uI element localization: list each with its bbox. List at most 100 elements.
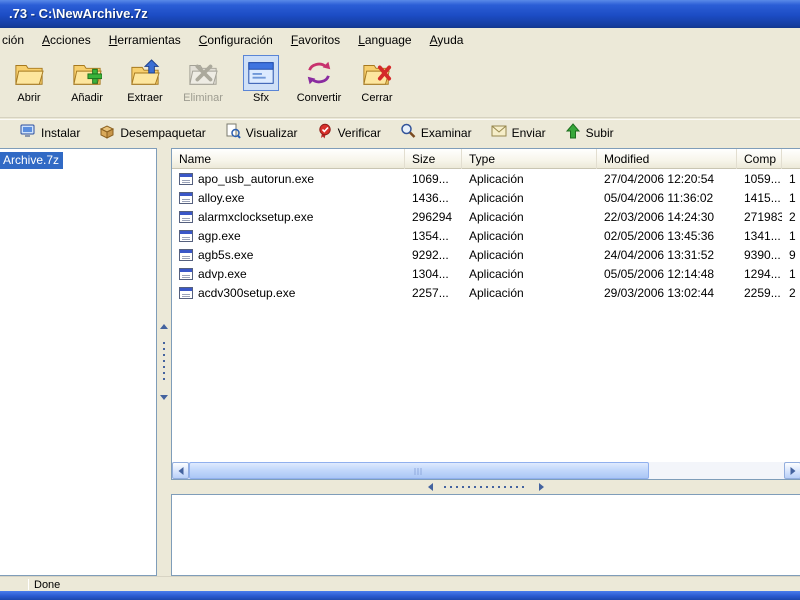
file-size: 1304... [412, 266, 449, 281]
table-row[interactable]: alloy.exe 1436... Aplicación 05/04/2006 … [172, 188, 800, 207]
convert-button-label: Convertir [296, 92, 342, 104]
secondary-toolbar: Instalar Desempaquetar Visualizar Verifi… [0, 119, 800, 145]
file-name: agb5s.exe [198, 247, 254, 262]
file-name: apo_usb_autorun.exe [198, 171, 315, 186]
status-text: Done [34, 579, 61, 591]
examine-magnifier-icon [400, 123, 416, 142]
horizontal-splitter[interactable] [171, 480, 800, 494]
menu-item-partial[interactable]: ción [0, 29, 33, 51]
list-header: Name Size Type Modified Comp [172, 149, 800, 169]
file-size: 1069... [412, 171, 449, 186]
add-button[interactable]: Añadir [58, 52, 116, 104]
verify-button[interactable]: Verificar [312, 121, 386, 144]
send-button-label: Enviar [511, 125, 546, 140]
collapse-left-icon [160, 324, 168, 329]
menu-item-acciones[interactable]: Acciones [33, 29, 100, 51]
column-header-size[interactable]: Size [405, 149, 462, 169]
menu-item-ayuda[interactable]: Ayuda [421, 29, 473, 51]
collapse-up-icon [427, 483, 433, 491]
file-comp: 9390... [744, 247, 781, 262]
statusbar-divider [28, 579, 29, 590]
file-modified: 05/05/2006 12:14:48 [604, 266, 715, 281]
install-icon [20, 123, 36, 142]
tree-item-archive[interactable]: Archive.7z [0, 152, 64, 169]
menu-item-configuracion[interactable]: Configuración [190, 29, 282, 51]
file-type: Aplicación [469, 171, 524, 186]
column-header-comp[interactable]: Comp [737, 149, 782, 169]
file-name: agp.exe [198, 228, 241, 243]
install-button-label: Instalar [41, 125, 81, 140]
scrollbar-thumb[interactable] [189, 462, 649, 479]
upload-button-label: Subir [585, 125, 614, 140]
horizontal-scrollbar[interactable] [172, 462, 800, 479]
status-bar: Done [0, 576, 800, 591]
sfx-button[interactable]: Sfx [232, 52, 290, 104]
table-row[interactable]: agb5s.exe 9292... Aplicación 24/04/2006 … [172, 245, 800, 264]
upload-button[interactable]: Subir [560, 121, 619, 144]
close-button[interactable]: Cerrar [348, 52, 406, 104]
main-toolbar: Abrir Añadir Extraer Eliminar Sfx Conver… [0, 52, 800, 118]
unpack-box-icon [99, 123, 115, 142]
application-file-icon [179, 248, 193, 261]
file-type: Aplicación [469, 247, 524, 262]
table-row[interactable]: apo_usb_autorun.exe 1069... Aplicación 2… [172, 169, 800, 188]
menu-bar: ción Acciones Herramientas Configuración… [0, 28, 800, 52]
splitter-dots [443, 486, 528, 488]
convert-icon [301, 55, 337, 91]
column-header-clipped[interactable] [782, 149, 800, 169]
title-bar[interactable]: .73 - C:\NewArchive.7z [0, 0, 800, 28]
column-header-name[interactable]: Name [172, 149, 405, 169]
file-type: Aplicación [469, 285, 524, 300]
splitter-dots [163, 342, 165, 382]
file-name: alloy.exe [198, 190, 245, 205]
scroll-right-button[interactable] [784, 462, 800, 479]
convert-button[interactable]: Convertir [290, 52, 348, 104]
table-row[interactable]: acdv300setup.exe 2257... Aplicación 29/0… [172, 283, 800, 302]
table-row[interactable]: agp.exe 1354... Aplicación 02/05/2006 13… [172, 226, 800, 245]
file-extra: 9 [789, 247, 796, 262]
application-file-icon [179, 191, 193, 204]
extract-button-label: Extraer [127, 92, 163, 104]
examine-button[interactable]: Examinar [395, 121, 477, 144]
comment-panel [171, 494, 800, 576]
add-button-label: Añadir [71, 92, 103, 104]
menu-item-herramientas[interactable]: Herramientas [100, 29, 190, 51]
menu-item-favoritos[interactable]: Favoritos [282, 29, 349, 51]
file-rows: apo_usb_autorun.exe 1069... Aplicación 2… [172, 169, 800, 302]
table-row[interactable]: advp.exe 1304... Aplicación 05/05/2006 1… [172, 264, 800, 283]
open-button[interactable]: Abrir [0, 52, 58, 104]
file-modified: 22/03/2006 14:24:30 [604, 209, 715, 224]
column-header-modified[interactable]: Modified [597, 149, 737, 169]
file-type: Aplicación [469, 190, 524, 205]
collapse-down-icon [538, 483, 544, 491]
send-button[interactable]: Enviar [486, 121, 551, 144]
sfx-button-label: Sfx [253, 92, 269, 104]
scroll-left-button[interactable] [172, 462, 189, 479]
column-header-type[interactable]: Type [462, 149, 597, 169]
application-file-icon [179, 267, 193, 280]
extract-button[interactable]: Extraer [116, 52, 174, 104]
open-folder-icon [11, 55, 47, 91]
application-file-icon [179, 172, 193, 185]
view-button[interactable]: Visualizar [220, 121, 303, 144]
file-extra: 1 [789, 171, 796, 186]
table-row[interactable]: alarmxclocksetup.exe 296294 Aplicación 2… [172, 207, 800, 226]
open-button-label: Abrir [17, 92, 41, 104]
install-button[interactable]: Instalar [15, 121, 85, 144]
delete-button[interactable]: Eliminar [174, 52, 232, 104]
file-type: Aplicación [469, 209, 524, 224]
horizontal-splitter-grip[interactable] [427, 483, 544, 491]
file-modified: 02/05/2006 13:45:36 [604, 228, 715, 243]
file-name: acdv300setup.exe [198, 285, 296, 300]
vertical-splitter[interactable] [157, 148, 171, 576]
menu-item-language[interactable]: Language [349, 29, 420, 51]
file-comp: 1341... [744, 228, 781, 243]
file-list: Name Size Type Modified Comp apo_usb_aut… [171, 148, 800, 480]
upload-arrow-icon [565, 123, 581, 142]
unpack-button[interactable]: Desempaquetar [94, 121, 210, 144]
file-extra: 1 [789, 266, 796, 281]
vertical-splitter-grip[interactable] [160, 324, 168, 400]
file-modified: 05/04/2006 11:36:02 [604, 190, 714, 205]
delete-icon [185, 55, 221, 91]
close-button-label: Cerrar [361, 92, 393, 104]
